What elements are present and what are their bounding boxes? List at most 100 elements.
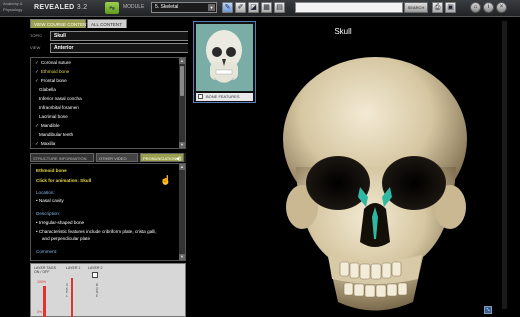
info-icon: i (487, 4, 490, 10)
logo-word: REVEALED (34, 4, 75, 11)
logo-title: REVEALED 3.2 (34, 4, 87, 11)
viewer-title: Skull (334, 27, 352, 36)
check-icon: ✓ (35, 78, 39, 83)
location-heading: Location: (36, 190, 55, 195)
search-input[interactable] (295, 2, 403, 13)
search-button[interactable]: SEARCH (404, 2, 428, 13)
layer-2-toggle[interactable] (92, 272, 98, 278)
layers-icon: ▤ (276, 4, 283, 11)
location-text: Nasal cavity (38, 198, 64, 203)
bone-features-thumbnail[interactable]: BONE FEATURES (193, 21, 256, 103)
view-select[interactable]: Anterior ▼ (50, 43, 206, 53)
list-item[interactable]: Glabella (39, 87, 56, 93)
grid-tool-button[interactable]: ▦ (261, 2, 272, 13)
scroll-up-icon[interactable]: ▲ (179, 164, 185, 170)
close-icon: × (499, 4, 504, 10)
info-scrollbar[interactable]: ▲ ▼ (179, 164, 185, 260)
pen-icon: ✐ (237, 4, 244, 11)
eraser-icon: ◪ (250, 4, 257, 11)
list-item[interactable]: ✓ Maxilla (35, 141, 55, 147)
view-label: VIEW (30, 45, 41, 50)
app-version: 3.2 (76, 4, 88, 11)
animation-link[interactable]: Skull (80, 178, 91, 183)
pencil-tool-button[interactable]: ✎ (222, 2, 233, 13)
layer-1-label: LAYER 1 (66, 266, 81, 270)
structure-list: ✓ Coronal suture ✓ Ethmoid bone ✓ Frontal b… (30, 57, 186, 149)
list-scrollbar[interactable]: ▲ ▼ (179, 58, 185, 148)
skull-3d-image (283, 57, 467, 311)
list-item-label: Glabella (39, 87, 56, 92)
list-item[interactable]: Mandibular teeth (39, 132, 73, 138)
topic-value: Skull (54, 33, 66, 39)
image-icon: ▣ (447, 4, 454, 11)
description-continuation: and perpendicular plate (42, 236, 91, 241)
topic-select[interactable]: Skull ▼ (50, 31, 206, 41)
tab-view-course-content[interactable]: VIEW COURSE CONTENT (30, 19, 89, 28)
home-page-button[interactable]: Pg (105, 2, 119, 14)
scroll-thumb[interactable] (180, 66, 184, 96)
close-button[interactable]: × (496, 2, 507, 13)
mouse-cursor-icon: ☝ (160, 175, 172, 185)
module-label: MODULE (123, 4, 145, 10)
list-item[interactable]: Infraorbital foramen (39, 105, 79, 111)
list-item-label: Mandibular teeth (39, 132, 74, 137)
check-icon: ✓ (35, 69, 39, 74)
thumbnail-label: BONE FEATURES (206, 94, 240, 99)
resize-corner-icon[interactable]: ⤡ (484, 306, 492, 314)
description-item: • Irregular-shaped bone (36, 220, 85, 225)
description-text: Irregular-shaped bone (38, 220, 85, 225)
list-item-label: Mandible (40, 123, 60, 128)
layers-tool-button[interactable]: ▤ (274, 2, 285, 13)
description-item: • Characteristic features include cribri… (36, 229, 157, 234)
pen-tool-button[interactable]: ✐ (235, 2, 246, 13)
structure-name: Ethmoid bone (36, 168, 67, 173)
tab-other-video[interactable]: OTHER VIDEO (96, 153, 138, 162)
image-button[interactable]: ▣ (445, 2, 456, 13)
viewer-scrollbar[interactable] (494, 17, 520, 317)
list-item-label: Lacrimal bone (39, 114, 68, 119)
thumbnail-checkbox[interactable] (198, 94, 203, 99)
list-item[interactable]: ✓ Coronal suture (35, 60, 71, 66)
app-logo: Anatomy & Physiology REVEALED 3.2 (3, 1, 103, 16)
tab-pronunciation[interactable]: PRONUNCIATION ◀) (140, 153, 184, 162)
list-item[interactable]: ✓ Frontal bone (35, 78, 67, 84)
layer-2-label: LAYER 2 (88, 266, 103, 270)
home-button[interactable]: ⌂ (470, 2, 481, 13)
layer-1-slider[interactable] (71, 278, 73, 317)
check-icon: ✓ (35, 123, 39, 128)
check-icon: ✓ (35, 141, 39, 146)
list-item[interactable]: ✓ Ethmoid bone (35, 69, 69, 75)
scroll-down-icon[interactable]: ▼ (179, 254, 185, 260)
tab-structure-information[interactable]: STRUCTURE INFORMATION (30, 153, 94, 162)
print-button[interactable]: ⎙ (432, 2, 443, 13)
list-item-label: Ethmoid bone (40, 69, 70, 74)
viewer-scroll-track[interactable] (502, 21, 507, 309)
module-select[interactable]: 5. Skeletal ▼ (151, 2, 217, 13)
info-tabs: STRUCTURE INFORMATION OTHER VIDEO PRONUN… (30, 153, 186, 162)
chevron-down-icon: ▼ (208, 4, 215, 11)
list-item[interactable]: ✓ Mandible (35, 123, 60, 129)
description-text: Characteristic features include cribrifo… (38, 229, 157, 234)
thumbnail-caption: BONE FEATURES (196, 93, 253, 101)
list-item-label: Coronal suture (40, 60, 71, 65)
top-toolbar: Anatomy & Physiology REVEALED 3.2 Pg MOD… (0, 0, 520, 17)
animation-prefix: Click for animation: (36, 178, 79, 183)
opacity-slider[interactable] (43, 286, 46, 317)
home-icon: ⌂ (473, 4, 478, 10)
animation-row: Click for animation: Skull (36, 178, 91, 184)
list-item[interactable]: Lacrimal bone (39, 114, 68, 120)
topic-label: TOPIC (30, 33, 43, 38)
print-icon: ⎙ (434, 4, 441, 11)
3d-viewer[interactable]: BONE FEATURES Skull (188, 17, 494, 317)
scroll-up-icon[interactable]: ▲ (179, 58, 185, 64)
check-icon: ✓ (35, 60, 39, 65)
info-button[interactable]: i (483, 2, 494, 13)
location-item: • Nasal cavity (36, 198, 64, 203)
comment-heading: Comment: (36, 249, 58, 254)
list-item[interactable]: Inferior nasal concha (39, 96, 82, 102)
list-item-label: Maxilla (40, 141, 56, 146)
eraser-tool-button[interactable]: ◪ (248, 2, 259, 13)
layer-2-vertical-label: BONE (95, 283, 99, 298)
scroll-down-icon[interactable]: ▼ (179, 142, 185, 148)
tab-all-content[interactable]: ALL CONTENT (87, 19, 127, 28)
